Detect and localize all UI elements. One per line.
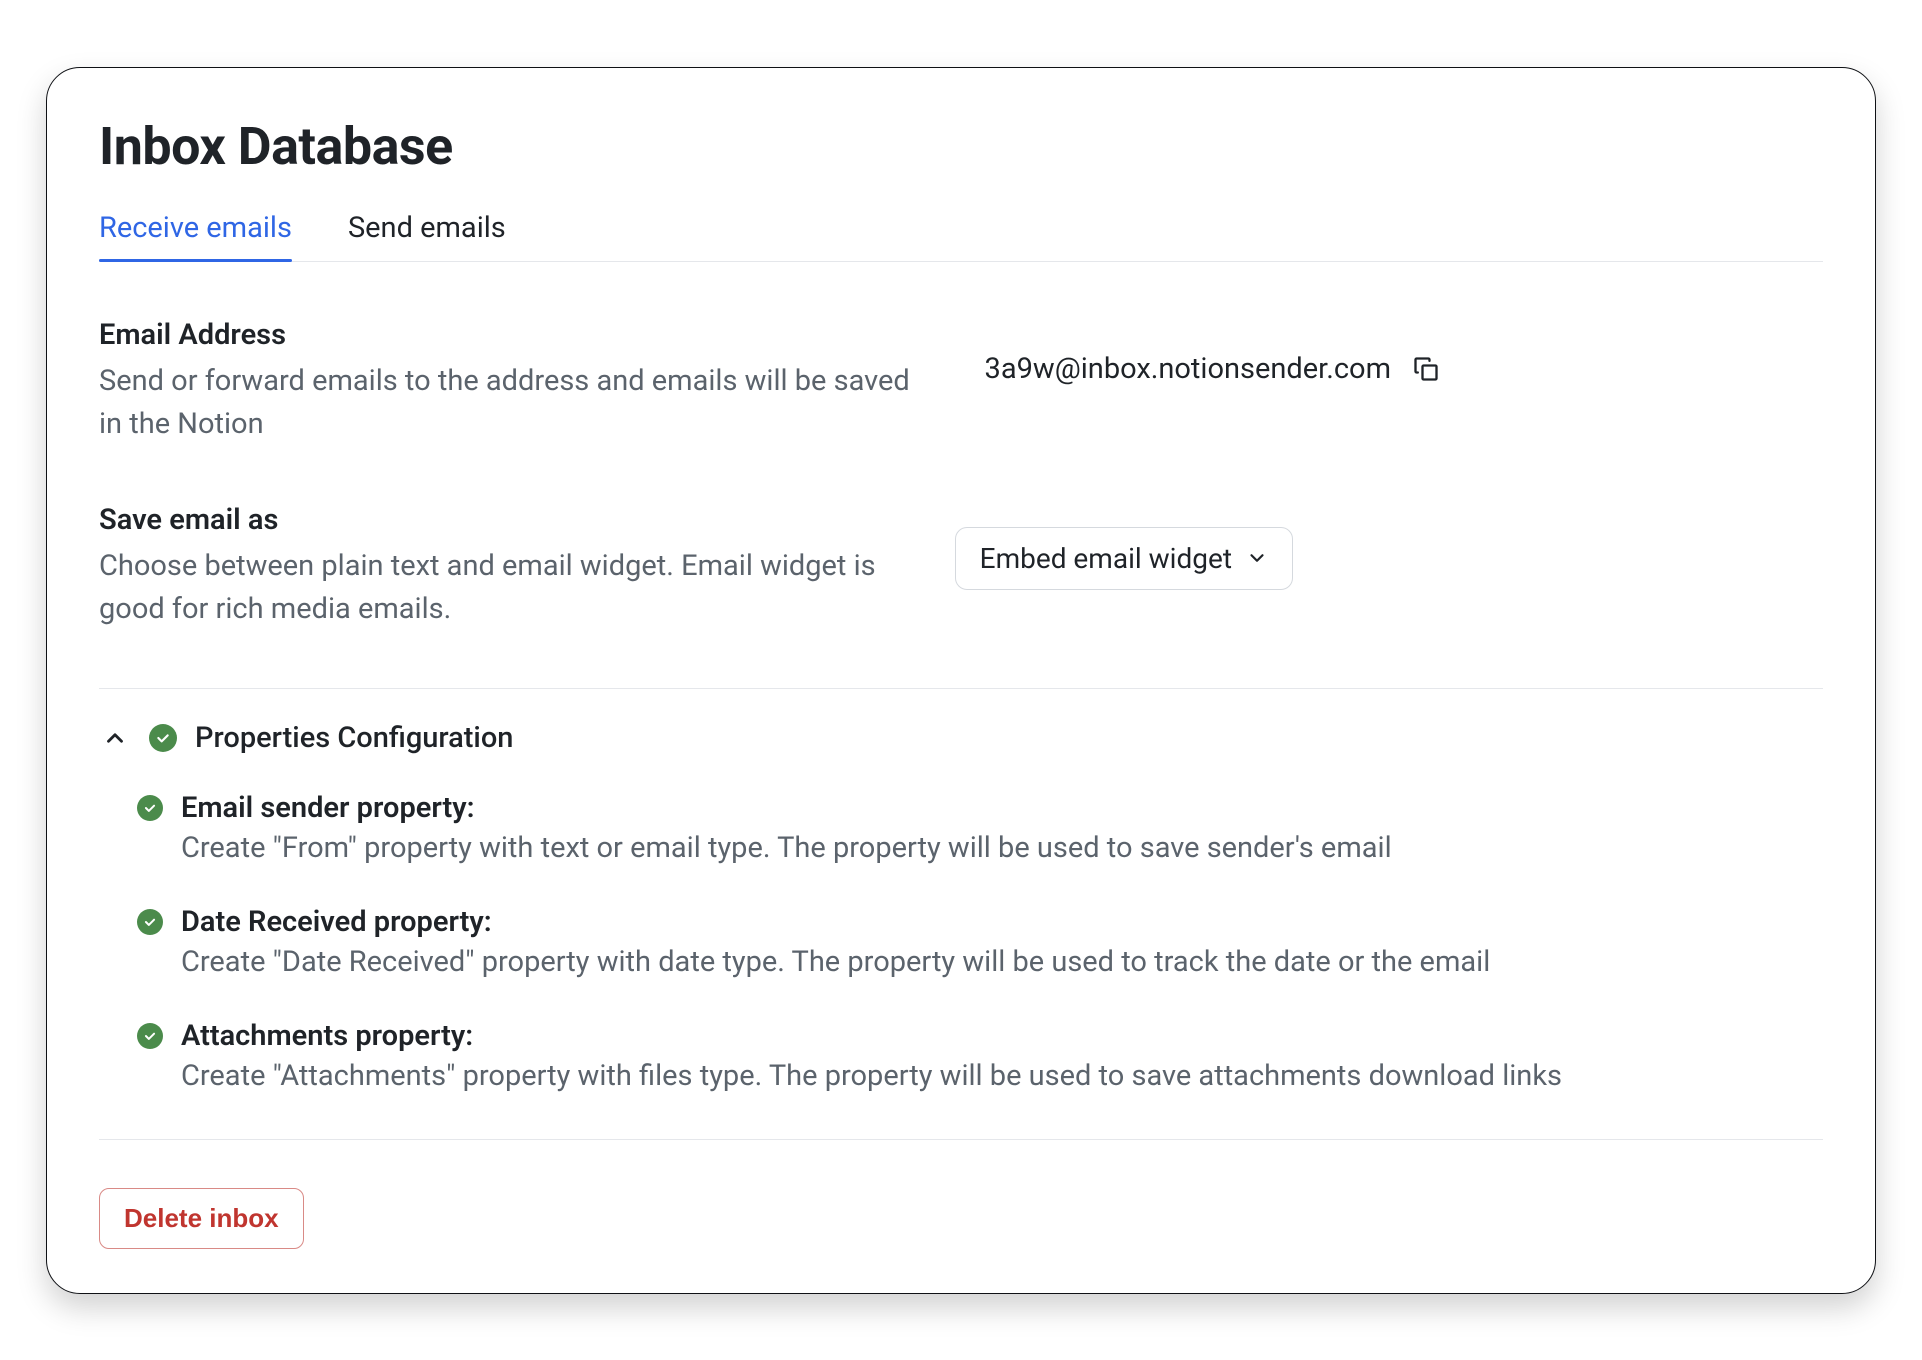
- section-save-email-as: Save email as Choose between plain text …: [99, 447, 1823, 632]
- tab-receive-emails[interactable]: Receive emails: [99, 203, 292, 261]
- save-as-description: Choose between plain text and email widg…: [99, 545, 915, 632]
- properties-configuration-title: Properties Configuration: [195, 721, 513, 755]
- email-address-description: Send or forward emails to the address an…: [99, 360, 919, 447]
- email-address-title: Email Address: [99, 318, 945, 352]
- property-row-attachments: Attachments property: Create "Attachment…: [137, 1019, 1823, 1093]
- copy-button[interactable]: [1409, 352, 1443, 386]
- check-circle-icon: [149, 724, 177, 752]
- properties-configuration-toggle[interactable]: Properties Configuration: [99, 721, 1823, 755]
- save-as-dropdown[interactable]: Embed email widget: [955, 527, 1293, 590]
- tab-send-emails[interactable]: Send emails: [348, 203, 506, 261]
- page-title: Inbox Database: [99, 116, 1823, 177]
- properties-list: Email sender property: Create "From" pro…: [99, 755, 1823, 1093]
- property-desc: Create "From" property with text or emai…: [181, 831, 1392, 865]
- chevron-up-icon: [99, 722, 131, 754]
- settings-card: Inbox Database Receive emails Send email…: [46, 67, 1876, 1294]
- save-as-selected: Embed email widget: [980, 542, 1232, 575]
- property-desc: Create "Date Received" property with dat…: [181, 945, 1490, 979]
- delete-inbox-button[interactable]: Delete inbox: [99, 1188, 304, 1249]
- property-row-date-received: Date Received property: Create "Date Rec…: [137, 905, 1823, 979]
- copy-icon: [1412, 355, 1440, 383]
- properties-configuration: Properties Configuration Email sender pr…: [99, 689, 1823, 1140]
- check-circle-icon: [137, 1023, 163, 1049]
- property-title: Attachments property:: [181, 1019, 1562, 1053]
- inbox-email-value: 3a9w@inbox.notionsender.com: [985, 352, 1391, 386]
- save-as-title: Save email as: [99, 503, 915, 537]
- section-email-address: Email Address Send or forward emails to …: [99, 262, 1823, 447]
- chevron-down-icon: [1246, 547, 1268, 569]
- tabs: Receive emails Send emails: [99, 203, 1823, 262]
- property-desc: Create "Attachments" property with files…: [181, 1059, 1562, 1093]
- check-circle-icon: [137, 795, 163, 821]
- property-row-email-sender: Email sender property: Create "From" pro…: [137, 791, 1823, 865]
- property-title: Date Received property:: [181, 905, 1490, 939]
- divider: [99, 1139, 1823, 1140]
- check-circle-icon: [137, 909, 163, 935]
- property-title: Email sender property:: [181, 791, 1392, 825]
